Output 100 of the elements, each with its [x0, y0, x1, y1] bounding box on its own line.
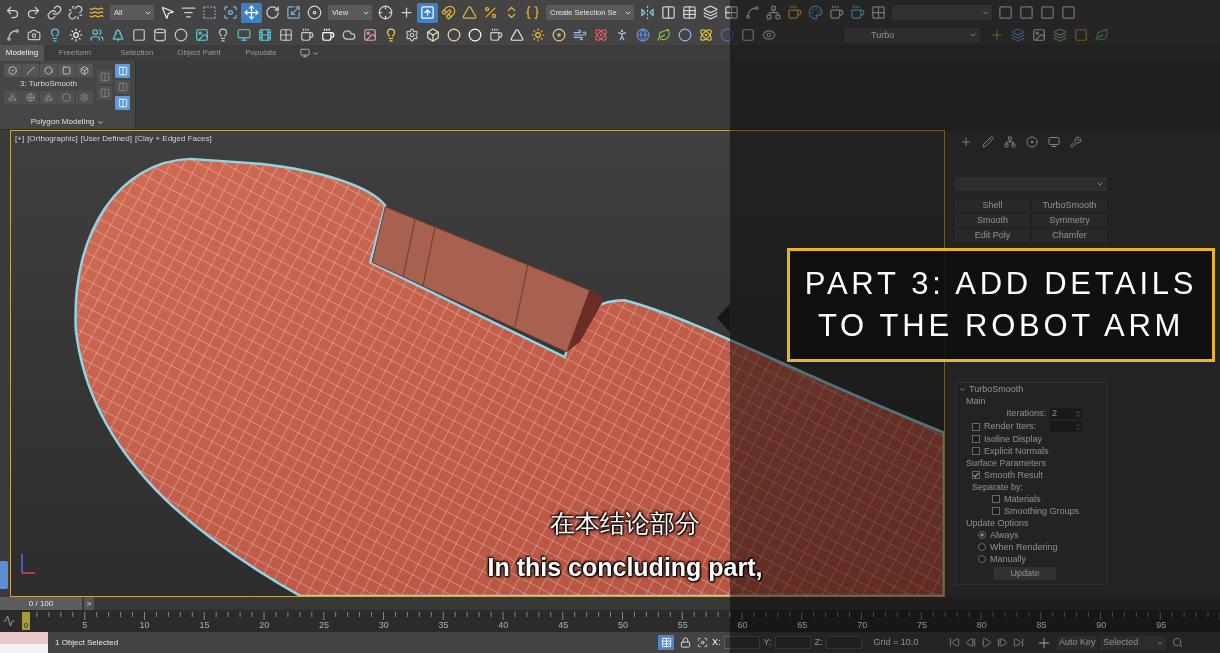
viewport-label[interactable]: [+] [15, 135, 25, 143]
checkbox[interactable] [992, 507, 1000, 515]
shapes-icon [8, 93, 17, 102]
palette-icon [808, 5, 823, 20]
table-icon [660, 637, 672, 648]
update-button[interactable]: Update [994, 567, 1056, 580]
panel-tool-button[interactable] [97, 86, 112, 100]
globe-button[interactable] [22, 91, 39, 104]
axis-tripod-icon [21, 554, 35, 574]
modifier-button[interactable]: Shell [955, 199, 1030, 212]
panel-tool-button[interactable] [115, 64, 130, 78]
box-button[interactable] [76, 64, 93, 77]
maxscript-listener-field[interactable] [0, 632, 48, 653]
time-slider-thumb[interactable]: 0 / 100 [0, 597, 82, 610]
ribbon-options-button[interactable] [300, 47, 319, 59]
sun-icon [530, 28, 545, 42]
radio-button[interactable] [978, 555, 986, 563]
checkbox[interactable] [972, 422, 980, 431]
layers-icon [1052, 28, 1067, 42]
frame-number: 5 [82, 620, 88, 630]
shapes-button[interactable] [40, 91, 57, 104]
ring-icon [173, 28, 188, 42]
eye-icon [761, 28, 776, 42]
caret-icon [959, 385, 966, 393]
checkbox[interactable] [972, 435, 980, 443]
ribbon-tab[interactable]: Selection [106, 45, 168, 61]
command-panel-tab[interactable] [1047, 135, 1061, 149]
key-filter-dropdown[interactable]: Selected [1100, 635, 1167, 650]
spinner-field[interactable]: 2 [1050, 408, 1082, 419]
table-icon [682, 5, 697, 20]
move-button[interactable] [241, 2, 262, 23]
spinner-field[interactable] [1050, 421, 1082, 432]
modifier-button[interactable]: TurboSmooth [1032, 199, 1107, 212]
picture-icon [1031, 28, 1046, 42]
ribbon-tab[interactable]: Object Paint [168, 45, 230, 61]
rollout-header[interactable]: TurboSmooth [956, 383, 1106, 395]
command-panel-tab[interactable] [1069, 135, 1083, 149]
checkbox[interactable] [972, 471, 980, 479]
link-icon [47, 5, 62, 20]
viewport-label[interactable]: [Orthographic] [27, 135, 78, 143]
unlink-button[interactable] [65, 2, 86, 23]
modifier-button[interactable]: Smooth [955, 214, 1030, 227]
checkbox[interactable] [992, 495, 1000, 503]
slash-button[interactable] [22, 64, 39, 77]
modifier-dropdown[interactable]: Turbo [845, 27, 980, 43]
caret-icon [97, 118, 105, 126]
link-button[interactable] [44, 2, 65, 23]
group-label: Main [966, 396, 986, 406]
dropdown-field[interactable] [892, 5, 992, 20]
command-panel-tab[interactable] [1003, 135, 1017, 149]
shapes-button[interactable] [4, 91, 21, 104]
modifier-name-label: 3: TurboSmooth [20, 80, 77, 88]
picture-icon [194, 28, 209, 42]
circle-with-dot-button[interactable] [4, 64, 21, 77]
modifier-button[interactable]: Chamfer [1032, 229, 1107, 242]
cup-icon [829, 5, 844, 20]
coordinate-field[interactable] [723, 636, 760, 649]
isolate-button[interactable] [658, 635, 674, 650]
checkbox-label: Explicit Normals [984, 446, 1049, 456]
viewport-label[interactable]: [Clay + Edged Faces] [134, 135, 212, 143]
next-frame-button[interactable]: > [84, 597, 94, 610]
circle-icon [467, 28, 482, 42]
grid-icon [724, 5, 739, 20]
modifier-button[interactable]: Edit Poly [955, 229, 1030, 242]
panel-tool-button[interactable] [115, 80, 130, 94]
atom-icon [698, 28, 713, 42]
network-icon [1004, 136, 1016, 148]
square-icon [62, 66, 71, 75]
panel-tool-button[interactable] [97, 70, 112, 84]
play-button[interactable] [980, 636, 993, 649]
modifier-button[interactable]: Symmetry [1032, 214, 1107, 227]
skip-back-button[interactable] [948, 636, 961, 649]
ribbon-tab[interactable]: Populate [230, 45, 292, 61]
square-icon [131, 28, 146, 42]
plus-icon [960, 136, 972, 148]
command-panel-tab[interactable] [959, 135, 973, 149]
radio-button[interactable] [978, 543, 986, 551]
auto-key-button[interactable]: Auto Key [1057, 635, 1098, 650]
ribbon-tab[interactable]: Freeform [44, 45, 106, 61]
step-forward-button[interactable] [996, 636, 1009, 649]
lock-icon[interactable] [680, 637, 691, 648]
ribbon-tab[interactable]: Modeling [0, 45, 44, 61]
disc-icon [551, 28, 566, 42]
search-icon[interactable] [1172, 637, 1184, 648]
panel-tool-button[interactable] [115, 96, 130, 110]
frame-number: 30 [378, 620, 389, 630]
square-button[interactable] [58, 64, 75, 77]
step-back-button[interactable] [964, 636, 977, 649]
panel-title-button[interactable]: Polygon Modeling [0, 115, 135, 129]
radio-button[interactable] [978, 531, 986, 539]
percent-icon [483, 5, 498, 20]
skip-forward-button[interactable] [1012, 636, 1025, 649]
focus-icon[interactable] [697, 637, 708, 648]
viewport-label[interactable]: [User Defined] [80, 135, 132, 143]
checkbox[interactable] [972, 447, 980, 455]
command-panel-tab[interactable] [981, 135, 995, 149]
frame-number: 40 [498, 620, 509, 630]
square-arrow-up-button[interactable] [417, 2, 438, 23]
command-panel-tab[interactable] [1025, 135, 1039, 149]
hexagon-button[interactable] [40, 64, 57, 77]
